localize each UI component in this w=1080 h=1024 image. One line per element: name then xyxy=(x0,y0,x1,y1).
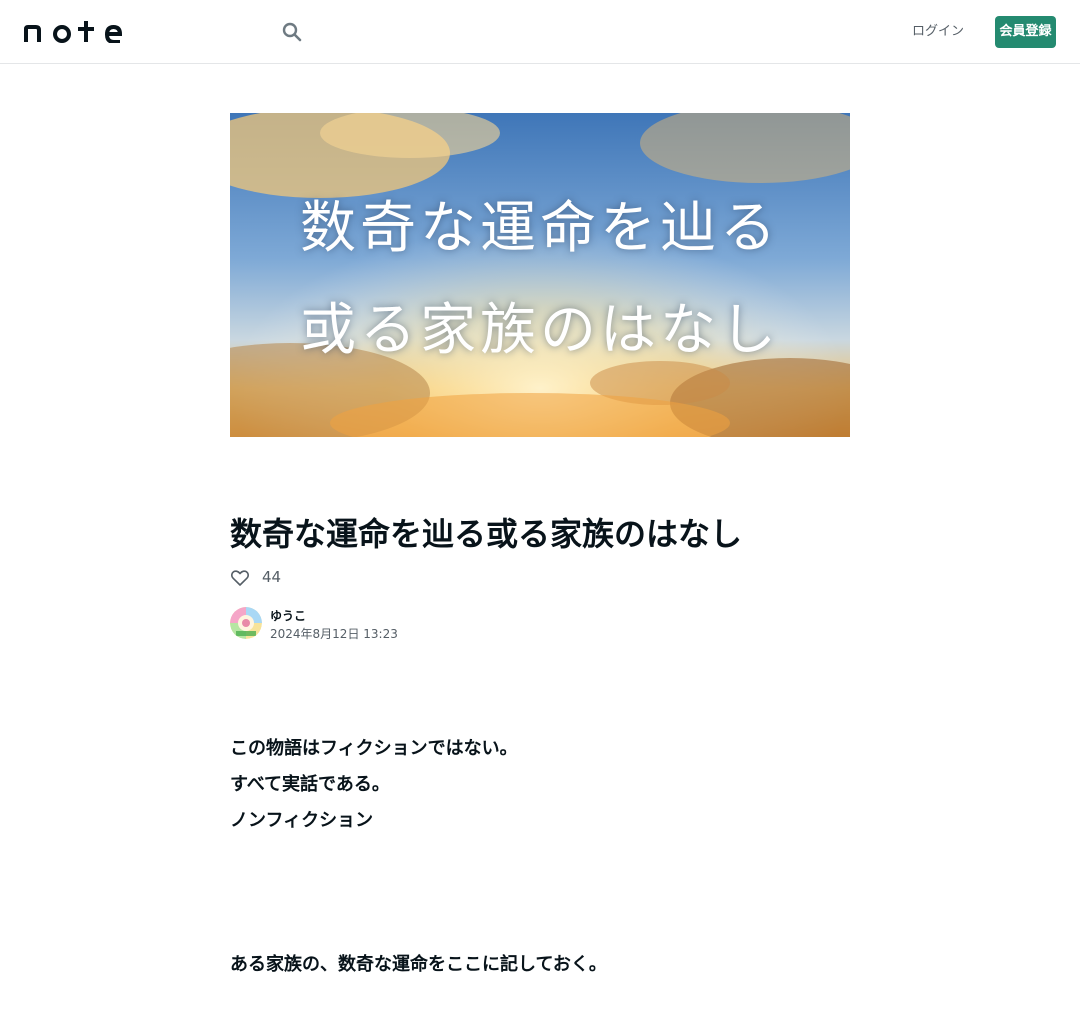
heart-icon[interactable] xyxy=(230,568,250,588)
site-header: ログイン 会員登録 xyxy=(0,0,1080,64)
hero-text-line1: 数奇な運命を辿る xyxy=(300,196,780,261)
paragraph: ある家族の、数奇な運命をここに記しておく。 xyxy=(230,954,607,975)
login-link[interactable]: ログイン xyxy=(912,22,964,42)
like-count: 44 xyxy=(262,568,282,586)
paragraph: ノンフィクション xyxy=(230,810,374,831)
signup-button[interactable]: 会員登録 xyxy=(995,16,1056,48)
post-date: 2024年8月12日 13:23 xyxy=(270,627,398,641)
search-icon[interactable] xyxy=(280,20,304,44)
hero-text-line2: 或る家族のはなし xyxy=(300,298,780,363)
hero-sky-image xyxy=(230,113,850,437)
paragraph: この物語はフィクションではない。 xyxy=(230,738,518,759)
note-logo[interactable] xyxy=(24,21,122,43)
article-title: 数奇な運命を辿る或る家族のはなし xyxy=(230,515,743,553)
author-avatar[interactable] xyxy=(230,607,262,639)
paragraph: すべて実話である。 xyxy=(230,774,390,795)
author-name[interactable]: ゆうこ xyxy=(270,608,306,624)
hero-image: 数奇な運命を辿る 或る家族のはなし xyxy=(230,113,850,437)
